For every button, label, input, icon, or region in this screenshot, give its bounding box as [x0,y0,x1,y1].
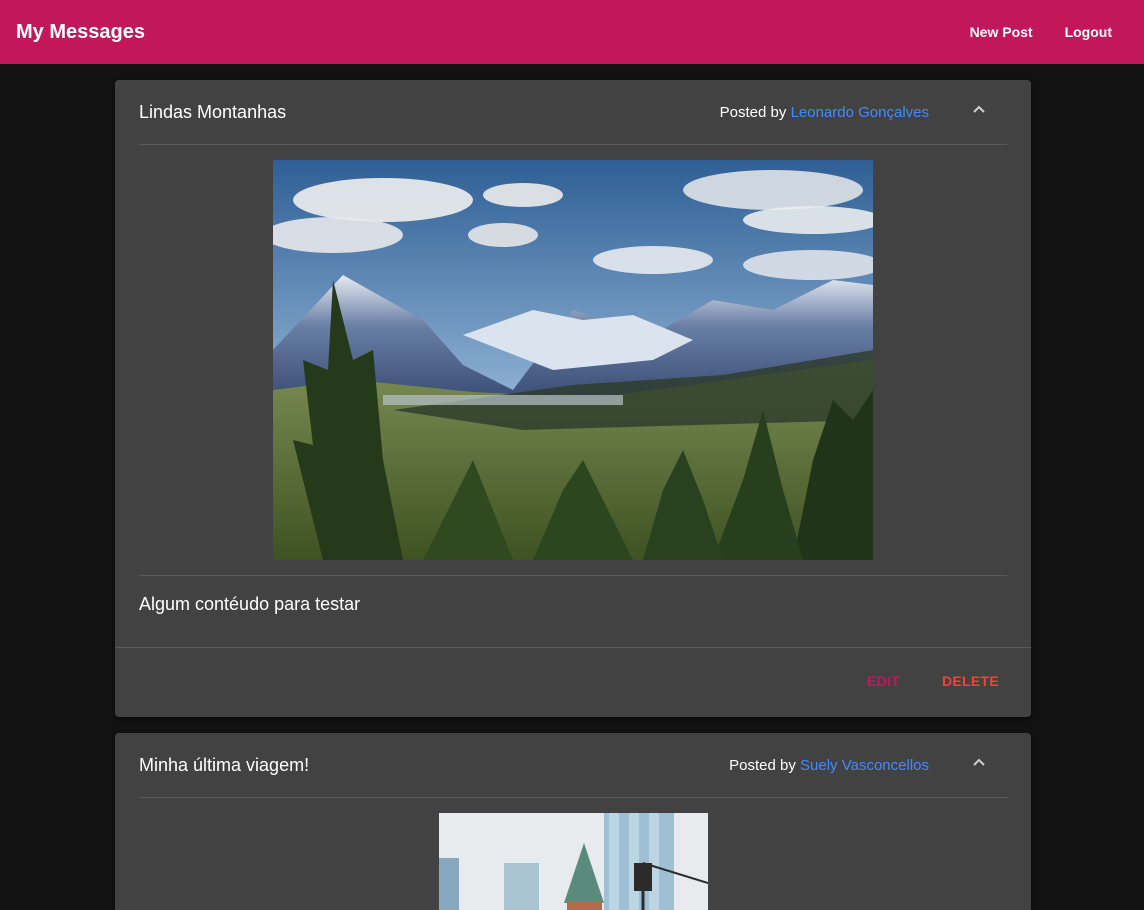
posted-by-label: Posted by [729,756,796,774]
post-author: Suely Vasconcellos [800,756,929,774]
new-post-button[interactable]: New Post [954,16,1049,48]
edit-button[interactable]: EDIT [851,665,916,697]
post-image-area [115,798,1031,910]
post-image-city [438,813,708,910]
logout-button[interactable]: Logout [1049,16,1128,48]
app-toolbar: My Messages New Post Logout [0,0,1144,64]
post-content: Algum contéudo para testar [139,575,1007,647]
post-image-area [115,145,1031,560]
chevron-up-icon[interactable] [971,102,987,118]
post-panel: Minha última viagem! Posted by Suely Vas… [115,733,1031,910]
post-actions: EDIT DELETE [115,647,1031,714]
delete-button[interactable]: DELETE [926,665,1015,697]
app-title[interactable]: My Messages [16,21,954,44]
chevron-up-icon[interactable] [971,755,987,771]
posted-by: Posted by Leonardo Gonçalves [720,104,929,121]
post-author: Leonardo Gonçalves [790,103,929,121]
post-title: Lindas Montanhas [139,101,287,122]
post-title: Minha última viagem! [139,754,310,775]
post-header[interactable]: Minha última viagem! Posted by Suely Vas… [139,733,1007,798]
post-image-mountains [273,160,873,560]
post-panel: Lindas Montanhas Posted by Leonardo Gonç… [115,80,1031,717]
post-header[interactable]: Lindas Montanhas Posted by Leonardo Gonç… [139,80,1007,145]
posted-by-label: Posted by [719,103,787,121]
posted-by: Posted by Suely Vasconcellos [729,757,929,774]
